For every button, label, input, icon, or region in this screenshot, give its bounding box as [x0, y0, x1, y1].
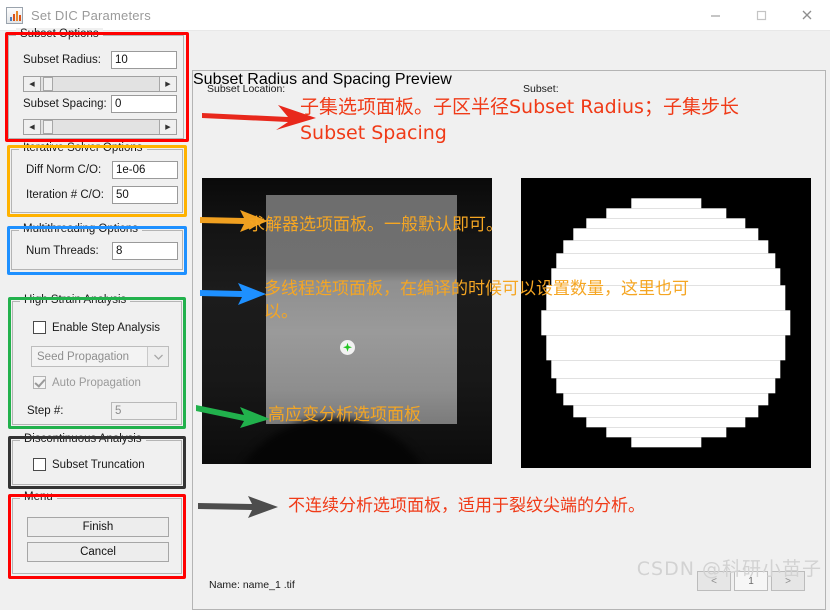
subset-options-title: Subset Options [16, 28, 103, 40]
step-number-label: Step #: [27, 405, 64, 417]
slider-thumb[interactable] [43, 120, 53, 134]
subset-caption: Subset: [523, 83, 559, 95]
main-content: Subset Options Subset Radius: 10 ◀ ▶ Sub… [0, 28, 830, 610]
subset-spacing-slider[interactable]: ◀ ▶ [23, 119, 177, 135]
enable-step-analysis-label: Enable Step Analysis [52, 321, 161, 334]
cancel-button[interactable]: Cancel [27, 542, 169, 562]
subset-spacing-label: Subset Spacing: [23, 98, 107, 110]
subset-radius-input[interactable]: 10 [111, 51, 177, 69]
enable-step-analysis-checkbox[interactable]: Enable Step Analysis [33, 321, 160, 334]
subset-radius-slider[interactable]: ◀ ▶ [23, 76, 177, 92]
discontinuous-panel: Discontinuous Analysis Subset Truncation [12, 433, 182, 485]
slider-right-arrow-icon[interactable]: ▶ [159, 120, 176, 134]
slider-left-arrow-icon[interactable]: ◀ [24, 77, 41, 91]
subset-truncation-checkbox[interactable]: Subset Truncation [33, 458, 145, 471]
specimen-region [265, 195, 458, 424]
window-controls [692, 0, 830, 30]
slider-thumb[interactable] [43, 77, 53, 91]
image-name-label: Name: name_1 .tif [209, 579, 295, 591]
subset-location-image[interactable] [202, 178, 492, 464]
iteration-count-input[interactable]: 50 [112, 186, 178, 204]
subset-spacing-input[interactable]: 0 [111, 95, 177, 113]
next-image-button[interactable]: > [771, 571, 805, 591]
matlab-icon [6, 6, 23, 24]
menu-title: Menu [20, 491, 57, 503]
subset-disc [541, 198, 791, 448]
iteration-count-label: Iteration # C/O: [26, 189, 104, 201]
maximize-icon[interactable] [738, 0, 784, 30]
window-title: Set DIC Parameters [31, 7, 151, 23]
num-threads-label: Num Threads: [26, 245, 99, 257]
dic-parameters-window: Set DIC Parameters Subset Options Subset… [0, 0, 830, 610]
page-number-input[interactable]: 1 [734, 571, 768, 591]
diff-norm-label: Diff Norm C/O: [26, 164, 102, 176]
checkbox-box-icon[interactable] [33, 321, 46, 334]
title-bar: Set DIC Parameters [0, 0, 830, 31]
checkbox-checked-icon[interactable] [33, 376, 46, 389]
prev-image-button[interactable]: < [697, 571, 731, 591]
multithreading-panel: Multithreading Options Num Threads: 8 [11, 223, 183, 270]
iterative-solver-panel: Iterative Solver Options Diff Norm C/O: … [11, 142, 183, 213]
slider-track[interactable] [41, 77, 159, 91]
auto-propagation-label: Auto Propagation [52, 376, 141, 389]
iterative-solver-title: Iterative Solver Options [19, 142, 147, 154]
preview-title: Subset Radius and Spacing Preview [193, 71, 452, 88]
finish-button[interactable]: Finish [27, 517, 169, 537]
slider-left-arrow-icon[interactable]: ◀ [24, 120, 41, 134]
subset-preview-image[interactable] [521, 178, 811, 468]
slider-right-arrow-icon[interactable]: ▶ [159, 77, 176, 91]
marker-diamond-icon [343, 342, 352, 352]
slider-track[interactable] [41, 120, 159, 134]
subset-radius-label: Subset Radius: [23, 54, 101, 66]
num-threads-input[interactable]: 8 [112, 242, 178, 260]
diff-norm-input[interactable]: 1e-06 [112, 161, 178, 179]
subset-truncation-label: Subset Truncation [52, 458, 145, 471]
discontinuous-title: Discontinuous Analysis [20, 433, 146, 445]
subset-location-caption: Subset Location: [207, 83, 286, 95]
subset-options-panel: Subset Options Subset Radius: 10 ◀ ▶ Sub… [8, 28, 184, 139]
multithreading-title: Multithreading Options [19, 223, 143, 235]
subset-center-marker[interactable] [340, 339, 355, 355]
chevron-down-icon[interactable] [147, 347, 168, 366]
preview-panel: Subset Radius and Spacing Preview Subset… [192, 70, 826, 610]
high-strain-title: High Strain Analysis [20, 294, 131, 306]
propagation-value: Seed Propagation [37, 350, 130, 363]
step-number-input[interactable]: 5 [111, 402, 177, 420]
high-strain-panel: High Strain Analysis Enable Step Analysi… [12, 294, 182, 425]
menu-panel: Menu Finish Cancel [12, 491, 182, 574]
minimize-icon[interactable] [692, 0, 738, 30]
checkbox-box-icon[interactable] [33, 458, 46, 471]
auto-propagation-checkbox[interactable]: Auto Propagation [33, 376, 141, 389]
close-icon[interactable] [784, 0, 830, 30]
propagation-dropdown[interactable]: Seed Propagation [31, 346, 169, 367]
